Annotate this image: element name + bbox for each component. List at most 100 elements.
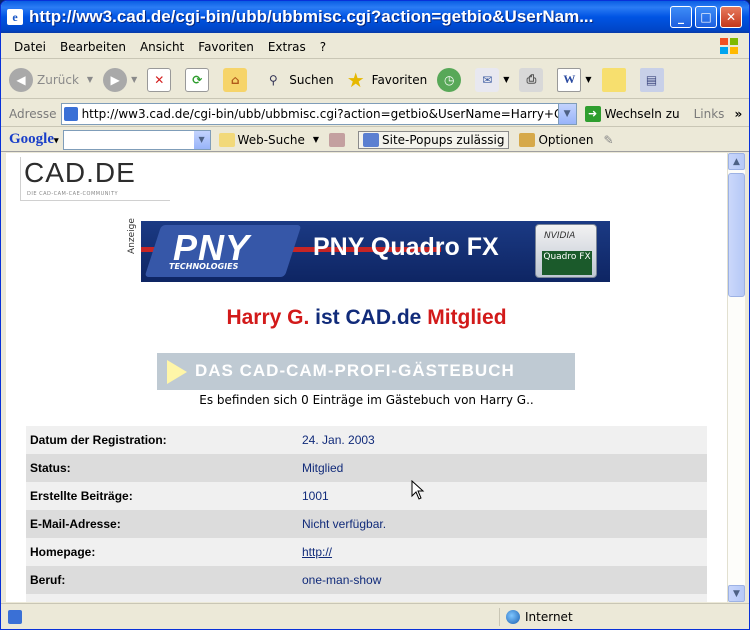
history-button[interactable]: ◷ [437,67,465,92]
google-toolbar: Google▾ ▼ Web-Suche ▼ Site-Popups zuläss… [1,128,749,152]
edit-button[interactable]: W ▼ [557,67,592,92]
profile-key: Beruf: [30,573,66,587]
edit-dropdown-icon[interactable]: ▼ [585,75,591,84]
popup-blocker-button[interactable]: Site-Popups zulässig [358,130,510,149]
ad-banner[interactable]: PNY TECHNOLOGIES PNY Quadro FX NVIDIA Qu… [141,221,610,282]
search-button[interactable]: ⚲ Suchen [261,68,334,92]
quadro-logo-text: Quadro FX [542,251,592,275]
table-row: Beruf: one-man-show [26,566,707,594]
stop-icon: ✕ [147,67,172,92]
table-row [26,594,707,602]
favorites-button[interactable]: ★ Favoriten [344,68,428,92]
close-button[interactable]: ✕ [720,6,742,28]
menu-help[interactable]: ? [313,40,333,54]
logo-text: CAD.DE [24,157,136,188]
scroll-up-icon[interactable]: ▲ [728,153,745,170]
ie-page-icon [63,106,78,121]
mail-dropdown-icon[interactable]: ▼ [503,75,509,84]
favorites-label: Favoriten [371,72,428,87]
menu-datei[interactable]: Datei [7,40,53,54]
address-dropdown-icon[interactable]: ▼ [557,103,576,124]
status-bar: Internet [1,603,749,629]
table-row: Erstellte Beiträge: 1001 [26,482,707,510]
refresh-button[interactable]: ⟳ [185,67,213,92]
highlight-button[interactable]: ✎ [604,133,614,147]
menu-favoriten[interactable]: Favoriten [191,40,261,54]
address-bar: Adresse http://ww3.cad.de/cgi-bin/ubb/ub… [1,101,749,127]
heading-role: Mitglied [427,306,507,329]
pencil-icon: ✎ [603,132,614,147]
go-label: Wechseln zu [604,106,680,121]
nvidia-logo-text: NVIDIA [544,231,576,241]
maximize-button[interactable]: □ [695,6,717,28]
mail-button[interactable]: ✉ ▼ [475,67,509,92]
guestbook-button[interactable]: DAS CAD-CAM-PROFI-GÄSTEBUCH [157,353,575,390]
google-logo[interactable]: Google▾ [9,131,59,148]
profile-value: one-man-show [302,573,382,587]
security-zone: Internet [499,608,573,626]
print-button[interactable]: ⎙ [519,67,547,92]
profile-key: Datum der Registration: [30,433,167,447]
news-icon [329,132,345,147]
search-dropdown-icon[interactable]: ▼ [313,135,319,144]
popup-icon [363,132,379,147]
research-icon: ▤ [639,67,664,92]
printer-icon: ⎙ [519,67,544,92]
history-icon: ◷ [437,67,462,92]
chevron-down-icon[interactable]: ▼ [193,130,210,149]
scroll-thumb[interactable] [728,173,745,297]
guestbook-count-text: Es befinden sich 0 Einträge im Gästebuch… [199,393,534,407]
menu-bar: Datei Bearbeiten Ansicht Favoriten Extra… [1,35,749,59]
star-icon: ★ [346,67,365,92]
profile-key: Erstellte Beiträge: [30,489,133,503]
banner-product: PNY Quadro FX [313,233,499,261]
homepage-link[interactable]: http:// [302,545,332,559]
table-row: Status: Mitglied [26,454,707,482]
news-button[interactable] [329,132,348,147]
google-search-input[interactable]: ▼ [62,129,211,150]
popups-label: Site-Popups zulässig [382,132,505,147]
discuss-button[interactable] [601,67,630,92]
windows-logo-icon [720,38,738,54]
menu-bearbeiten[interactable]: Bearbeiten [53,40,133,54]
word-edit-icon: W [557,67,582,92]
back-arrow-icon: ◀ [9,67,33,92]
options-icon [519,132,536,147]
play-arrow-icon [167,360,187,384]
address-url: http://ww3.cad.de/cgi-bin/ubb/ubbmisc.cg… [81,106,568,121]
go-button[interactable]: ➜ Wechseln zu [584,105,680,122]
search-icon: ⚲ [268,72,278,87]
minimize-button[interactable]: _ [670,6,692,28]
page-status-icon [8,609,22,624]
address-input[interactable]: http://ww3.cad.de/cgi-bin/ubb/ubbmisc.cg… [60,102,577,125]
menu-extras[interactable]: Extras [261,40,313,54]
title-bar: e http://ww3.cad.de/cgi-bin/ubb/ubbmisc.… [1,1,749,33]
ad-label: Anzeige [126,218,137,254]
table-row: Datum der Registration: 24. Jan. 2003 [26,426,707,454]
back-button[interactable]: ◀ Zurück ▼ [9,67,93,92]
cad-de-logo[interactable]: CAD.DE DIE CAD-CAM-CAE-COMMUNITY [20,157,170,201]
stop-button[interactable]: ✕ [147,67,175,92]
table-row: E-Mail-Adresse: Nicht verfügbar. [26,510,707,538]
vertical-scrollbar[interactable]: ▲ ▼ [727,153,745,602]
ie-page-icon: e [7,9,23,25]
links-button[interactable]: Links [694,107,725,121]
chevron-right-icon[interactable]: » [734,107,742,121]
web-search-button[interactable]: Web-Suche ▼ [218,132,319,147]
home-button[interactable]: ⌂ [223,67,251,92]
address-label: Adresse [9,106,57,121]
profile-key: E-Mail-Adresse: [30,517,121,531]
options-button[interactable]: Optionen [519,132,594,147]
profile-table: Datum der Registration: 24. Jan. 2003 Sta… [26,426,707,602]
search-label: Suchen [289,72,334,87]
scroll-down-icon[interactable]: ▼ [728,585,745,602]
menu-ansicht[interactable]: Ansicht [133,40,191,54]
profile-value: 24. Jan. 2003 [302,433,375,447]
profile-value: Nicht verfügbar. [302,517,387,531]
forward-dropdown-icon[interactable]: ▼ [131,75,137,84]
back-dropdown-icon[interactable]: ▼ [87,75,93,84]
forward-arrow-icon: ▶ [103,67,128,92]
page-title: Harry G. ist CAD.de Mitglied [6,306,727,330]
forward-button[interactable]: ▶ ▼ [103,67,137,92]
messenger-button[interactable]: ▤ [639,67,668,92]
